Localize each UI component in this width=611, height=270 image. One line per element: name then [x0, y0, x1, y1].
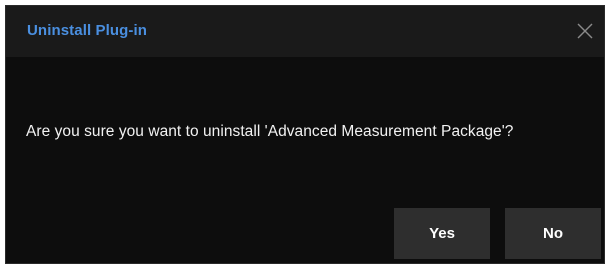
yes-button[interactable]: Yes	[394, 208, 490, 259]
confirmation-message: Are you sure you want to uninstall 'Adva…	[26, 123, 514, 140]
uninstall-dialog: Uninstall Plug-in Are you sure you want …	[5, 5, 605, 264]
no-button[interactable]: No	[505, 208, 601, 259]
dialog-titlebar: Uninstall Plug-in	[6, 6, 604, 57]
dialog-title: Uninstall Plug-in	[27, 22, 148, 39]
close-icon	[577, 23, 593, 39]
close-button[interactable]	[572, 18, 598, 44]
